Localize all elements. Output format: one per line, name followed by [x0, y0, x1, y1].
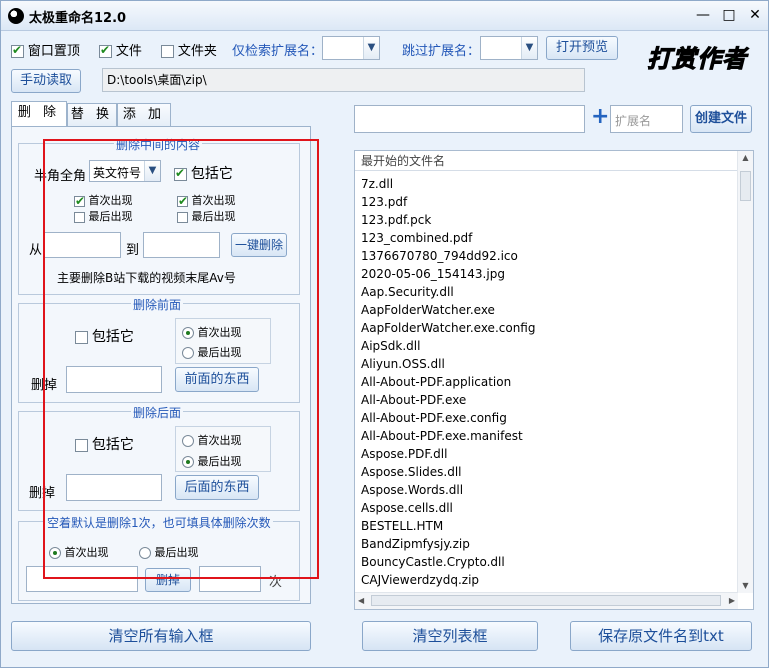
yin-yang-app-icon [8, 8, 24, 24]
list-column-header: 最开始的文件名 [355, 151, 738, 171]
highlight-rectangle [43, 139, 319, 579]
from-label: 从 [29, 243, 43, 258]
scroll-left-icon[interactable]: ◀ [358, 596, 364, 605]
checkbox-unchecked-icon [161, 45, 174, 58]
list-item[interactable]: All-About-PDF.exe.manifest [361, 427, 523, 445]
skip-ext-label: 跳过扩展名： [402, 44, 481, 59]
scroll-right-icon[interactable]: ▶ [729, 596, 735, 605]
list-item[interactable]: Aspose.PDF.dll [361, 445, 447, 463]
chevron-down-icon: ▼ [363, 37, 379, 59]
list-item[interactable]: AapFolderWatcher.exe.config [361, 319, 535, 337]
maximize-button[interactable]: □ [717, 5, 741, 25]
horizontal-scrollbar[interactable]: ◀ ▶ [355, 592, 738, 609]
list-item[interactable]: BouncyCastle.Crypto.dll [361, 553, 505, 571]
list-item[interactable]: Aspose.Words.dll [361, 481, 463, 499]
files-checkbox[interactable]: 文件 [99, 40, 142, 59]
list-item[interactable]: BandZipmfysjy.zip [361, 535, 470, 553]
chevron-down-icon: ▼ [521, 37, 537, 59]
path-field[interactable]: D:\tools\桌面\zip\ [102, 68, 585, 92]
open-preview-button[interactable]: 打开预览 [546, 36, 618, 60]
skip-ext-combo[interactable]: ▼ [480, 36, 538, 60]
title-bar: 太极重命名12.0 — □ ✕ [1, 1, 768, 31]
tab-replace[interactable]: 替 换 [67, 103, 117, 127]
plus-icon: + [591, 104, 610, 129]
clear-all-inputs-button[interactable]: 清空所有输入框 [11, 621, 311, 651]
file-list[interactable]: 最开始的文件名 7z.dll 123.pdf 123.pdf.pck 123_comb… [354, 150, 754, 610]
list-item[interactable]: 2020-05-06_154143.jpg [361, 265, 505, 283]
only-ext-label: 仅检索扩展名： [232, 44, 324, 59]
list-item[interactable]: CAJViewerdzydq.zip [361, 571, 479, 589]
donate-logo[interactable]: 打赏作者 [647, 39, 751, 79]
list-item[interactable]: All-About-PDF.exe.config [361, 409, 507, 427]
folders-checkbox[interactable]: 文件夹 [161, 40, 217, 59]
list-item[interactable]: AipSdk.dll [361, 337, 420, 355]
list-item[interactable]: Aap.Security.dll [361, 283, 454, 301]
scroll-thumb[interactable] [740, 171, 751, 201]
app-window: 太极重命名12.0 — □ ✕ 窗口置顶 文件 文件夹 仅检索扩展名： ▼ 跳过… [0, 0, 769, 668]
minimize-button[interactable]: — [691, 5, 715, 25]
list-item[interactable]: 123_combined.pdf [361, 229, 472, 247]
scroll-up-icon[interactable]: ▲ [740, 153, 751, 163]
close-button[interactable]: ✕ [743, 5, 767, 25]
tab-add[interactable]: 添 加 [117, 103, 171, 127]
window-title: 太极重命名12.0 [29, 11, 127, 26]
vertical-scrollbar[interactable]: ▲ ▼ [737, 151, 753, 593]
checkbox-checked-icon [99, 43, 112, 58]
list-item[interactable]: All-About-PDF.application [361, 373, 511, 391]
create-file-button[interactable]: 创建文件 [690, 105, 752, 133]
list-item[interactable]: Aliyun.OSS.dll [361, 355, 445, 373]
only-ext-combo[interactable]: ▼ [322, 36, 380, 60]
manual-read-button[interactable]: 手动读取 [11, 69, 81, 93]
list-item[interactable]: 7z.dll [361, 175, 393, 193]
new-filename-input[interactable] [354, 105, 585, 133]
window-top-checkbox[interactable]: 窗口置顶 [11, 40, 80, 59]
tab-delete[interactable]: 删 除 [11, 101, 67, 127]
folders-label: 文件夹 [177, 44, 217, 59]
list-item[interactable]: 123.pdf [361, 193, 407, 211]
files-label: 文件 [115, 44, 142, 59]
list-item[interactable]: Aspose.Slides.dll [361, 463, 462, 481]
scroll-down-icon[interactable]: ▼ [740, 581, 751, 591]
list-item[interactable]: BESTELL.HTM [361, 517, 443, 535]
window-top-label: 窗口置顶 [27, 44, 80, 59]
list-item[interactable]: Aspose.cells.dll [361, 499, 453, 517]
hscroll-thumb[interactable] [371, 595, 721, 606]
list-item[interactable]: 1376670780_794dd92.ico [361, 247, 518, 265]
list-item[interactable]: 123.pdf.pck [361, 211, 431, 229]
clear-list-button[interactable]: 清空列表框 [362, 621, 538, 651]
save-to-txt-button[interactable]: 保存原文件名到txt [570, 621, 752, 651]
checkbox-checked-icon [11, 43, 24, 58]
list-item[interactable]: All-About-PDF.exe [361, 391, 466, 409]
extension-placeholder: 扩展名 [615, 114, 652, 128]
extension-input[interactable]: 扩展名 [610, 105, 683, 133]
list-item[interactable]: AapFolderWatcher.exe [361, 301, 495, 319]
